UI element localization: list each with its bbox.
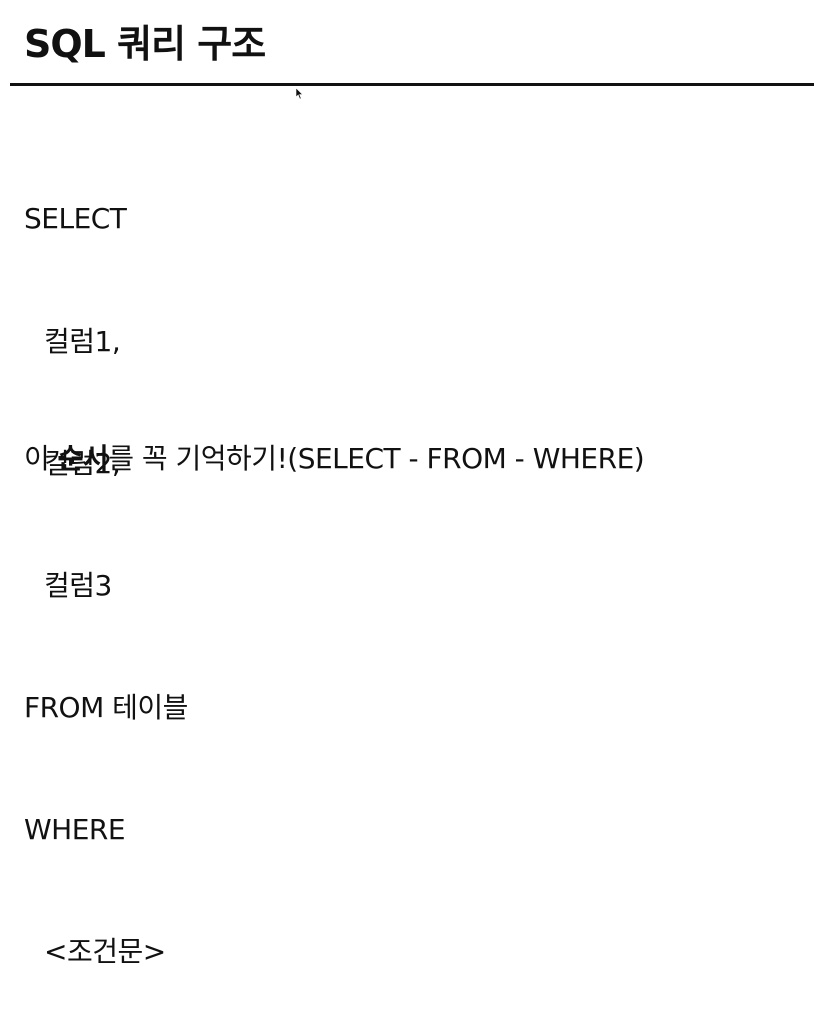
query-line-where: WHERE [24, 812, 126, 846]
note-prefix: 이 [24, 442, 58, 475]
title-divider [10, 83, 814, 86]
note-emphasis: 순서 [57, 442, 109, 475]
query-line-column-1: 컬럼1, [44, 324, 121, 358]
query-line-from: FROM 테이블 [24, 690, 188, 724]
sql-query-block: SELECT 컬럼1, 컬럼2, 컬럼3 FROM 테이블 WHERE <조건문… [24, 118, 188, 1013]
mouse-pointer-icon [296, 88, 304, 100]
query-line-column-3: 컬럼3 [44, 568, 112, 602]
query-line-condition: <조건문> [44, 934, 166, 968]
query-line-select: SELECT [24, 202, 127, 236]
order-reminder-note: 이 순서를 꼭 기억하기!(SELECT - FROM - WHERE) [24, 438, 645, 480]
note-suffix: 를 꼭 기억하기!(SELECT - FROM - WHERE) [108, 442, 645, 475]
slide-title: SQL 쿼리 구조 [24, 22, 266, 66]
